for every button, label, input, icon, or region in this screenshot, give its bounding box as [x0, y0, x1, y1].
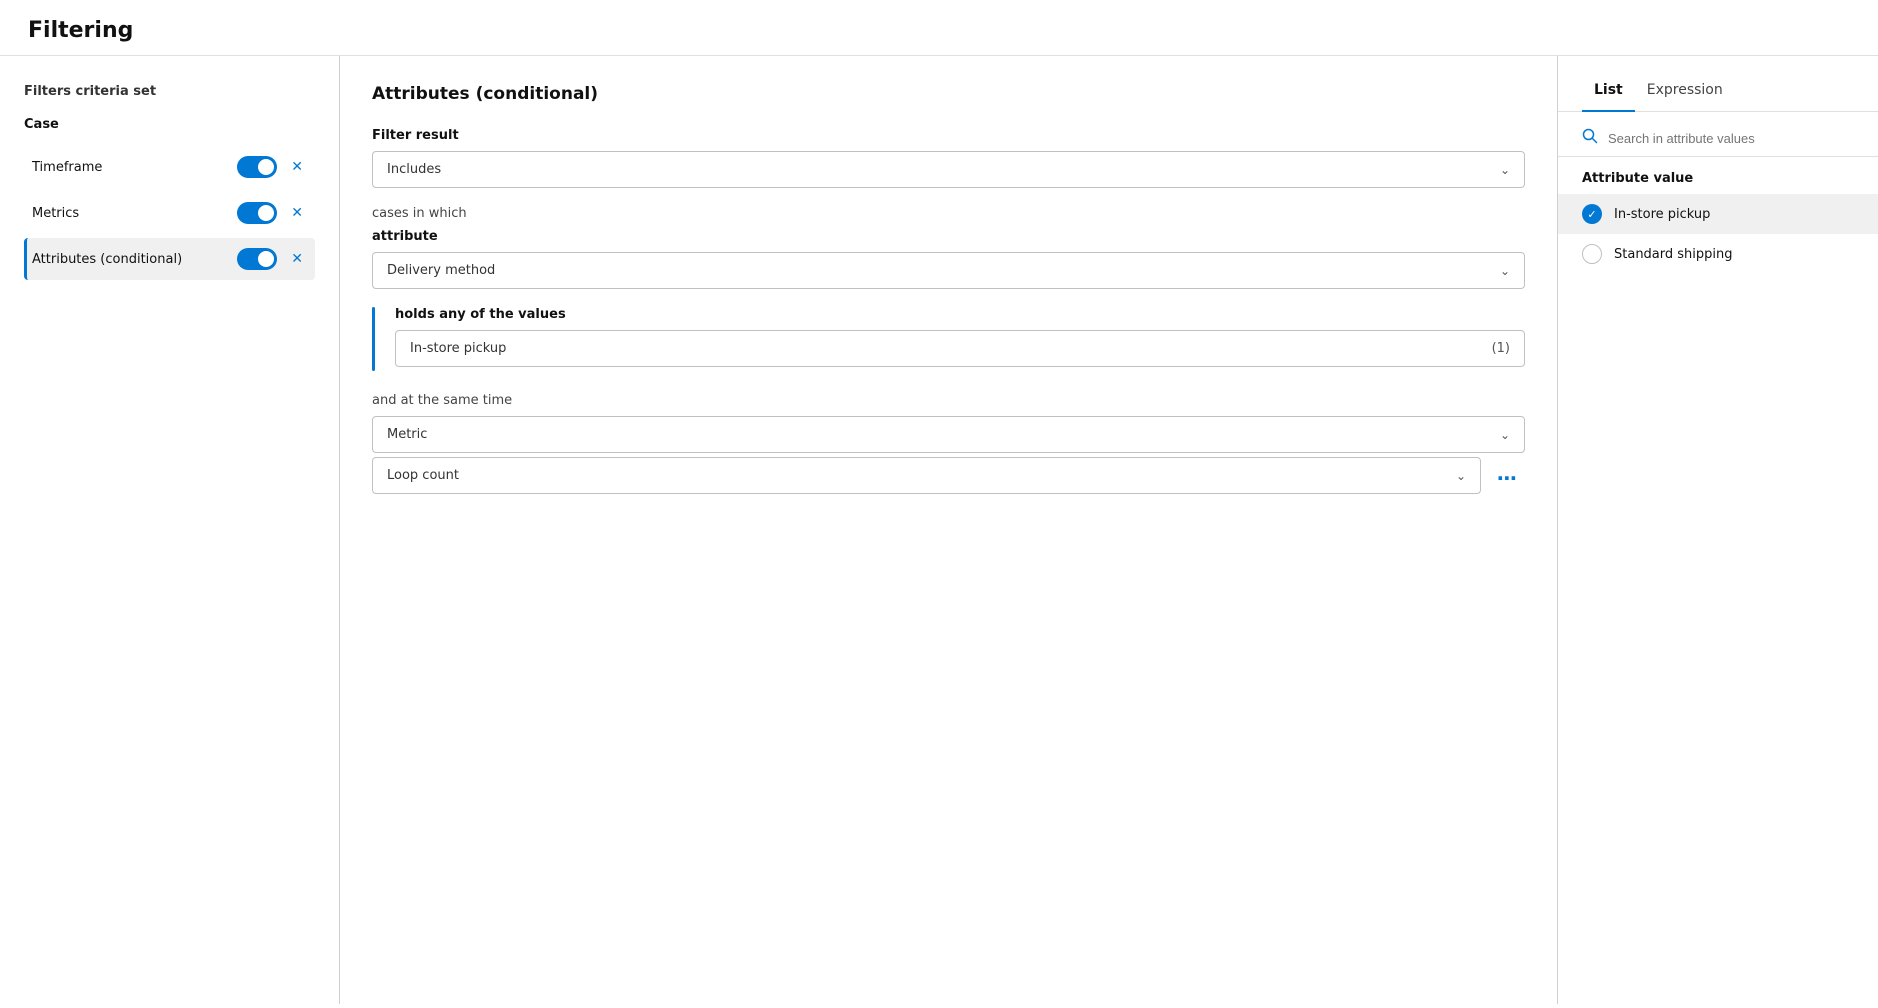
filter-result-chevron-icon: ⌄: [1500, 163, 1510, 177]
right-tabs: List Expression: [1558, 56, 1878, 112]
more-options-button[interactable]: ⋯: [1491, 464, 1525, 492]
center-panel-title: Attributes (conditional): [372, 84, 1525, 104]
attribute-value-item-in-store-pickup[interactable]: ✓ In-store pickup: [1558, 194, 1878, 234]
attribute-value-header: Attribute value: [1558, 157, 1878, 194]
filter-item-metrics-toggle[interactable]: [237, 202, 277, 224]
filter-item-attributes-conditional-toggle[interactable]: [237, 248, 277, 270]
holds-count: (1): [1492, 341, 1510, 356]
filter-item-attributes-conditional-controls: ✕: [237, 248, 307, 270]
loop-count-row: Loop count ⌄ ⋯: [372, 457, 1525, 498]
attribute-value-standard-shipping-label: Standard shipping: [1614, 247, 1733, 262]
holds-content: holds any of the values In-store pickup …: [395, 307, 1525, 371]
cases-in-which-label: cases in which: [372, 206, 1525, 221]
tab-expression[interactable]: Expression: [1635, 74, 1735, 112]
loop-count-chevron-icon: ⌄: [1456, 469, 1466, 483]
metric-dropdown[interactable]: Metric ⌄: [372, 416, 1525, 453]
loop-count-value: Loop count: [387, 468, 459, 483]
filter-item-metrics-label: Metrics: [32, 206, 237, 221]
filter-item-attributes-conditional[interactable]: Attributes (conditional) ✕: [24, 238, 315, 280]
filter-result-value: Includes: [387, 162, 441, 177]
attribute-value: Delivery method: [387, 263, 495, 278]
filters-criteria-set-title: Filters criteria set: [24, 84, 315, 99]
attribute-value-item-standard-shipping[interactable]: Standard shipping: [1558, 234, 1878, 274]
loop-count-dropdown[interactable]: Loop count ⌄: [372, 457, 1481, 494]
right-panel: List Expression Attribute value ✓ In-sto…: [1558, 56, 1878, 1004]
main-layout: Filters criteria set Case Timeframe ✕ Me…: [0, 56, 1878, 1004]
tab-list[interactable]: List: [1582, 74, 1635, 112]
filter-result-label: Filter result: [372, 128, 1525, 143]
filter-item-timeframe-label: Timeframe: [32, 160, 237, 175]
filter-item-metrics-controls: ✕: [237, 202, 307, 224]
attribute-dropdown[interactable]: Delivery method ⌄: [372, 252, 1525, 289]
attribute-label: attribute: [372, 229, 1525, 244]
same-time-label: and at the same time: [372, 393, 1525, 408]
metric-value: Metric: [387, 427, 427, 442]
filter-item-metrics-close[interactable]: ✕: [287, 203, 307, 223]
holds-values-field[interactable]: In-store pickup (1): [395, 330, 1525, 367]
attribute-value-in-store-pickup-label: In-store pickup: [1614, 207, 1710, 222]
search-area: [1558, 112, 1878, 157]
case-label: Case: [24, 117, 315, 132]
filter-item-timeframe[interactable]: Timeframe ✕: [24, 146, 315, 188]
filter-item-metrics[interactable]: Metrics ✕: [24, 192, 315, 234]
filter-item-timeframe-toggle[interactable]: [237, 156, 277, 178]
filter-item-timeframe-close[interactable]: ✕: [287, 157, 307, 177]
search-icon: [1582, 128, 1598, 148]
filter-item-attributes-conditional-label: Attributes (conditional): [32, 252, 237, 267]
left-panel: Filters criteria set Case Timeframe ✕ Me…: [0, 56, 340, 1004]
search-input[interactable]: [1608, 131, 1854, 146]
page-title: Filtering: [28, 18, 1850, 43]
empty-circle-standard-shipping: [1582, 244, 1602, 264]
metric-chevron-icon: ⌄: [1500, 428, 1510, 442]
blue-bar: [372, 307, 375, 371]
holds-label: holds any of the values: [395, 307, 1525, 322]
filter-item-timeframe-controls: ✕: [237, 156, 307, 178]
check-circle-in-store-pickup: ✓: [1582, 204, 1602, 224]
holds-section: holds any of the values In-store pickup …: [372, 307, 1525, 371]
center-panel: Attributes (conditional) Filter result I…: [340, 56, 1558, 1004]
page-header: Filtering: [0, 0, 1878, 56]
attribute-chevron-icon: ⌄: [1500, 264, 1510, 278]
filter-result-dropdown[interactable]: Includes ⌄: [372, 151, 1525, 188]
filter-item-attributes-conditional-close[interactable]: ✕: [287, 249, 307, 269]
holds-value: In-store pickup: [410, 341, 506, 356]
